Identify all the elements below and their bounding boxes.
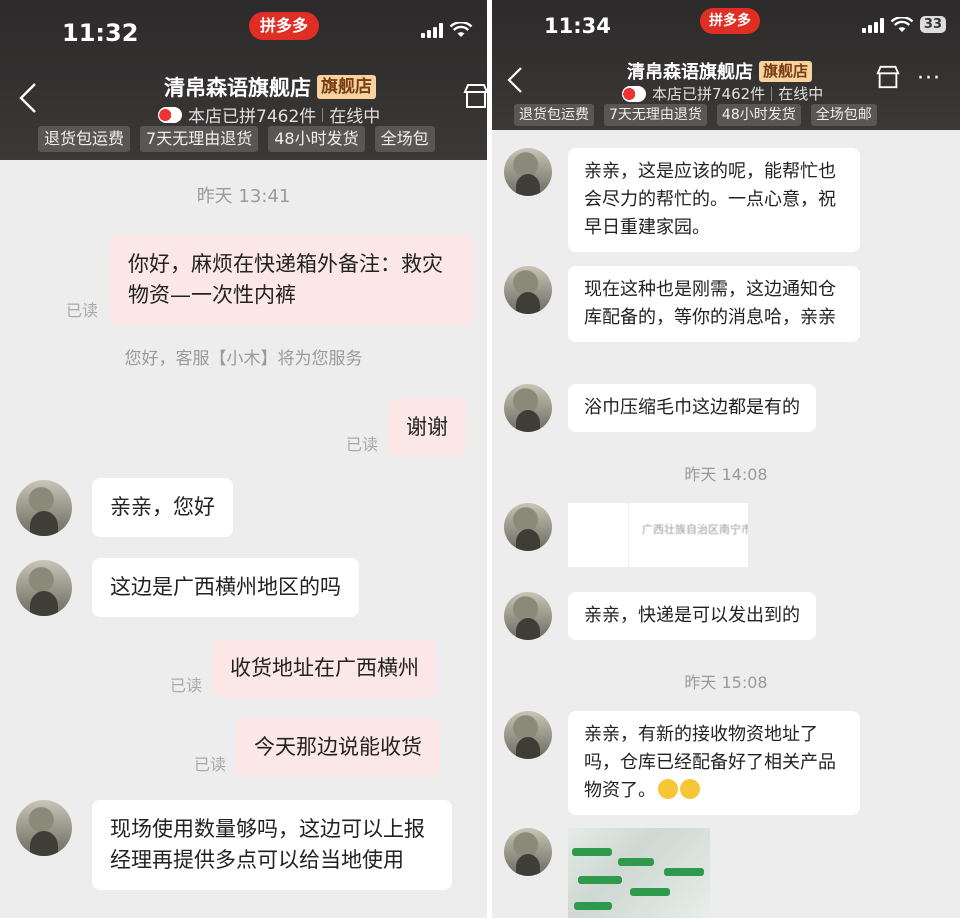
shop-subtitle: 本店已拼7462件 在线中 [622,83,823,104]
online-status: 在线中 [329,107,381,127]
shop-logo-icon [158,106,182,123]
agent-avatar[interactable] [16,800,72,856]
timestamp: 昨天 14:08 [684,465,768,484]
divider [322,107,324,122]
agent-avatar[interactable] [504,503,552,551]
service-tags: 退货包运费 7天无理由退货 48小时发货 全场包 [38,126,435,152]
service-tags: 退货包运费 7天无理由退货 48小时发货 全场包邮 [514,104,877,126]
blurred-address-text: 广西壮族自治区南宁市 [642,523,748,536]
shop-title[interactable]: 清帛森语旗舰店 旗舰店 [627,58,813,84]
chat-header: 11:32 拼多多 清帛森语旗舰店 旗舰店 本店已拼7462件 在线中 退货包运… [0,0,487,160]
signal-icon [861,17,884,33]
timestamp: 昨天 15:08 [684,673,768,692]
status-icons: 33 [861,16,946,33]
more-options-icon[interactable]: ··· [917,66,941,91]
status-time: 11:32 [62,19,139,47]
message-bubble-received[interactable]: 亲亲，您好 [92,478,233,537]
timestamp: 昨天 13:41 [196,186,291,207]
agent-avatar[interactable] [504,592,552,640]
sales-count: 本店已拼7462件 [652,85,766,103]
shop-name: 清帛森语旗舰店 [164,76,311,100]
message-bubble-sent[interactable]: 你好，麻烦在快递箱外备注：救灾物资—一次性内裤 [110,235,473,325]
back-arrow-icon[interactable] [506,66,524,94]
product-pack [630,888,670,896]
service-tag: 全场包邮 [810,104,877,126]
message-bubble-received[interactable]: 亲亲，这是应该的呢，能帮忙也会尽力的帮忙的。一点心意，祝早日重建家园。 [568,148,860,252]
store-icon[interactable] [462,82,487,110]
image-divider [628,503,629,567]
message-text: 亲亲，有新的接收物资地址了吗，仓库已经配备好了相关产品物资了。 [584,724,836,801]
message-bubble-received[interactable]: 浴巾压缩毛巾这边都是有的 [568,384,816,432]
product-pack [618,858,654,866]
product-pack [664,868,704,876]
service-tag: 全场包 [374,126,435,152]
agent-avatar[interactable] [504,828,552,876]
wifi-icon [890,17,914,32]
agent-avatar[interactable] [504,711,552,759]
service-tag: 退货包运费 [38,126,131,152]
agent-avatar[interactable] [16,480,72,536]
agent-avatar[interactable] [504,266,552,314]
left-chat-screen: 11:32 拼多多 清帛森语旗舰店 旗舰店 本店已拼7462件 在线中 退货包运… [0,0,487,918]
service-tag: 7天无理由退货 [604,104,707,126]
product-pack [578,876,622,884]
product-pack [574,902,612,910]
online-status: 在线中 [778,85,824,103]
battery-icon: 33 [919,16,946,33]
status-icons [421,22,473,38]
shop-logo-icon [622,85,646,102]
right-chat-screen: 11:34 拼多多 33 清帛森语旗舰店 旗舰店 本店已拼7462件 在线中 ·… [492,0,960,918]
message-bubble-sent[interactable]: 收货地址在广西横州 [212,639,437,698]
shop-title[interactable]: 清帛森语旗舰店 旗舰店 [164,72,376,102]
status-time: 11:34 [544,14,611,38]
message-bubble-received[interactable]: 这边是广西横州地区的吗 [92,558,359,617]
service-tag: 7天无理由退货 [140,126,259,152]
wifi-icon [449,22,473,37]
flagship-badge: 旗舰店 [317,75,376,99]
message-bubble-received[interactable]: 现在这种也是刚需，这边通知仓库配备的，等你的消息哈，亲亲 [568,266,860,342]
sales-count: 本店已拼7462件 [188,107,317,127]
shop-name: 清帛森语旗舰店 [627,62,753,83]
chat-header: 11:34 拼多多 33 清帛森语旗舰店 旗舰店 本店已拼7462件 在线中 ·… [492,0,960,130]
read-receipt: 已读 [170,676,203,695]
read-receipt: 已读 [66,301,99,320]
system-message: 您好，客服【小木】将为您服务 [124,349,363,369]
read-receipt: 已读 [346,435,379,454]
message-bubble-received[interactable]: 亲亲，快递是可以发出到的 [568,592,816,640]
agent-avatar[interactable] [504,384,552,432]
message-bubble-received[interactable]: 现场使用数量够吗，这边可以上报经理再提供多点可以给当地使用 [92,800,452,890]
message-bubble-sent[interactable]: 谢谢 [388,398,466,457]
pinduoduo-logo: 拼多多 [249,12,319,40]
read-receipt: 已读 [194,755,227,774]
divider [771,86,773,101]
smile-emoji-icon [680,779,700,799]
message-bubble-received[interactable]: 亲亲，有新的接收物资地址了吗，仓库已经配备好了相关产品物资了。 [568,711,860,815]
product-pack [572,848,612,856]
pinduoduo-logo: 拼多多 [700,8,760,34]
agent-avatar[interactable] [504,148,552,196]
signal-icon [421,22,443,38]
message-bubble-sent[interactable]: 今天那边说能收货 [236,718,440,777]
agent-avatar[interactable] [16,560,72,616]
flagship-badge: 旗舰店 [759,60,813,82]
service-tag: 退货包运费 [514,104,594,126]
store-icon[interactable] [875,64,901,90]
shop-subtitle: 本店已拼7462件 在线中 [158,102,380,127]
service-tag: 48小时发货 [268,126,365,152]
smile-emoji-icon [658,779,678,799]
back-arrow-icon[interactable] [18,82,38,114]
product-photo-image[interactable] [568,828,710,918]
service-tag: 48小时发货 [716,104,801,126]
address-screenshot-image[interactable]: 广西壮族自治区南宁市 [568,503,748,567]
